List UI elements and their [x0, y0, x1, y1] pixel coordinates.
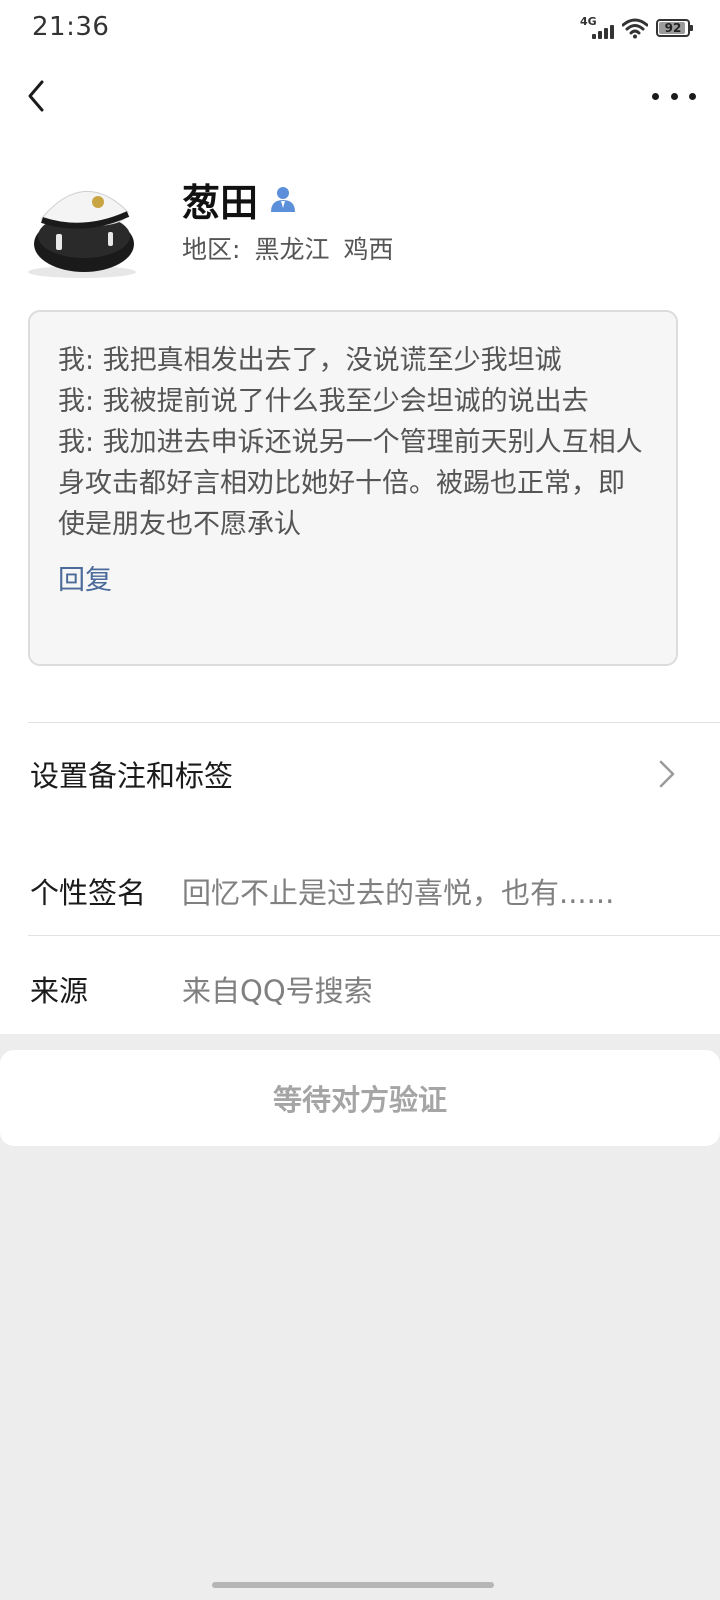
status-time: 21:36 — [32, 12, 110, 42]
set-remark-and-tags-row[interactable]: 设置备注和标签 — [0, 723, 720, 823]
battery-icon: 92 — [656, 19, 693, 37]
region-province: 黑龙江 — [254, 235, 330, 264]
status-bar: 21:36 4G 92 — [0, 0, 720, 56]
avatar[interactable] — [28, 172, 136, 280]
source-row: 来源 来自QQ号搜索 — [0, 936, 720, 1034]
info-section: 个性签名 回忆不止是过去的喜悦，也有...... 来源 来自QQ号搜索 — [0, 838, 720, 1034]
reply-link[interactable]: 回复 — [58, 561, 648, 601]
more-horizontal-icon[interactable] — [652, 76, 696, 116]
cellular-signal-icon: 4G — [580, 15, 614, 41]
region-label: 地区: — [182, 235, 241, 264]
home-indicator[interactable] — [212, 1582, 494, 1588]
chevron-right-icon — [659, 760, 675, 788]
status-icons: 4G 92 — [580, 14, 693, 42]
wifi-icon — [622, 18, 648, 39]
signature-row[interactable]: 个性签名 回忆不止是过去的喜悦，也有...... — [0, 838, 720, 936]
friend-request-messages: 我: 我把真相发出去了，没说谎至少我坦诚 我: 我被提前说了什么我至少会坦诚的说… — [28, 310, 678, 666]
battery-level: 92 — [664, 21, 682, 35]
set-remark-label: 设置备注和标签 — [30, 759, 234, 793]
message-line: 我: 我把真相发出去了，没说谎至少我坦诚 — [58, 345, 562, 376]
source-label: 来源 — [30, 974, 89, 1008]
message-line: 我: 我加进去申诉还说另一个管理前天别人互相人身攻击都好言相劝比她好十倍。被踢也… — [58, 427, 643, 540]
region-info: 地区: 黑龙江 鸡西 — [182, 230, 393, 266]
source-value: 来自QQ号搜索 — [182, 974, 373, 1008]
await-verification-button[interactable]: 等待对方验证 — [0, 1050, 720, 1146]
region-city: 鸡西 — [343, 235, 394, 264]
name-row: 葱田 — [182, 174, 298, 225]
message-line: 我: 我被提前说了什么我至少会坦诚的说出去 — [58, 386, 589, 417]
male-person-icon — [271, 187, 296, 212]
chevron-left-icon[interactable] — [20, 74, 64, 118]
signature-value: 回忆不止是过去的喜悦，也有...... — [182, 876, 615, 910]
profile-name: 葱田 — [182, 180, 259, 225]
signature-label: 个性签名 — [30, 876, 147, 910]
